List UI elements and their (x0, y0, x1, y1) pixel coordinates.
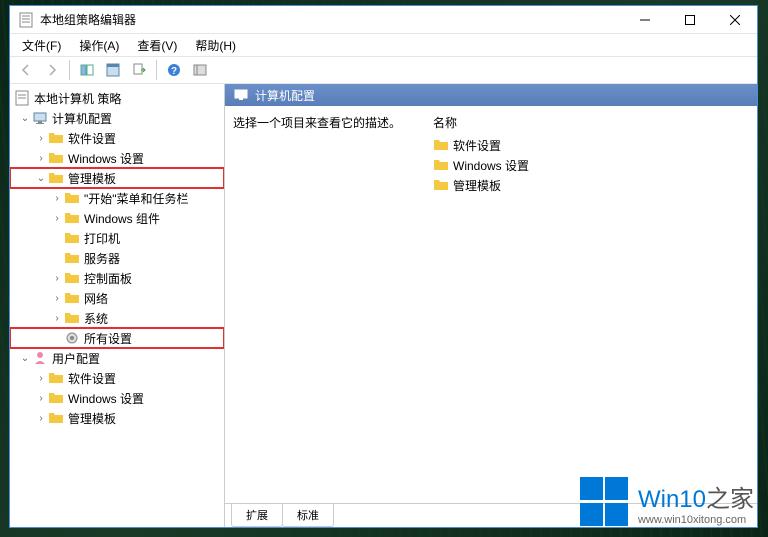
expand-icon[interactable]: › (34, 391, 48, 405)
tree-network[interactable]: › 网络 (10, 288, 224, 308)
app-icon (18, 12, 34, 28)
expand-icon[interactable]: › (50, 271, 64, 285)
tree-admin-templates[interactable]: ⌄ 管理模板 (10, 168, 224, 188)
maximize-button[interactable] (667, 6, 712, 33)
window-title: 本地组策略编辑器 (40, 11, 622, 28)
folder-icon (433, 177, 449, 193)
description-text: 选择一个项目来查看它的描述。 (233, 116, 401, 130)
nav-forward-button (40, 58, 64, 82)
list-item-windows[interactable]: Windows 设置 (433, 155, 749, 175)
folder-icon (64, 270, 80, 286)
tree-software-settings[interactable]: › 软件设置 (10, 128, 224, 148)
nav-back-button (14, 58, 38, 82)
folder-icon (48, 130, 64, 146)
tree-user-admin-templates[interactable]: › 管理模板 (10, 408, 224, 428)
collapse-icon[interactable]: ⌄ (18, 111, 32, 125)
policy-icon (14, 90, 30, 106)
settings-icon (64, 330, 80, 346)
tree-root[interactable]: 本地计算机 策略 (10, 88, 224, 108)
tree-panel[interactable]: 本地计算机 策略 ⌄ 计算机配置 › 软件设置 › Windows 设置 (10, 84, 225, 527)
tree-printers[interactable]: 打印机 (10, 228, 224, 248)
folder-icon (48, 150, 64, 166)
tree-windows-components[interactable]: › Windows 组件 (10, 208, 224, 228)
collapse-icon[interactable]: ⌄ (18, 351, 32, 365)
list-item-software[interactable]: 软件设置 (433, 135, 749, 155)
tree-start-menu[interactable]: › "开始"菜单和任务栏 (10, 188, 224, 208)
folder-icon (64, 250, 80, 266)
menu-help[interactable]: 帮助(H) (187, 35, 244, 56)
help-button[interactable]: ? (162, 58, 186, 82)
watermark-brand: Win10 (638, 486, 706, 513)
folder-icon (48, 390, 64, 406)
expand-icon[interactable]: › (34, 371, 48, 385)
expand-icon[interactable]: › (34, 131, 48, 145)
menu-file[interactable]: 文件(F) (14, 35, 69, 56)
folder-icon (48, 370, 64, 386)
folder-icon (64, 210, 80, 226)
folder-icon (64, 310, 80, 326)
tree-windows-settings[interactable]: › Windows 设置 (10, 148, 224, 168)
expand-icon[interactable]: › (50, 311, 64, 325)
tree-control-panel[interactable]: › 控制面板 (10, 268, 224, 288)
expand-icon[interactable]: › (50, 191, 64, 205)
tree-user-windows-settings[interactable]: › Windows 设置 (10, 388, 224, 408)
details-header: 计算机配置 (225, 84, 757, 106)
tree-system[interactable]: › 系统 (10, 308, 224, 328)
show-hide-tree-button[interactable] (75, 58, 99, 82)
menubar: 文件(F) 操作(A) 查看(V) 帮助(H) (10, 34, 757, 56)
folder-icon (64, 190, 80, 206)
watermark: Win10之家 www.win10xitong.com (580, 477, 754, 527)
computer-icon (32, 110, 48, 126)
tree-all-settings[interactable]: 所有设置 (10, 328, 224, 348)
folder-icon (48, 170, 64, 186)
gpedit-window: 本地组策略编辑器 文件(F) 操作(A) 查看(V) 帮助(H) ? 本地计算机… (9, 5, 758, 528)
expand-icon[interactable]: › (34, 151, 48, 165)
expand-icon[interactable]: › (50, 211, 64, 225)
computer-icon (233, 87, 249, 103)
description-column: 选择一个项目来查看它的描述。 (233, 114, 413, 495)
tree-computer-config[interactable]: ⌄ 计算机配置 (10, 108, 224, 128)
tab-standard[interactable]: 标准 (282, 504, 334, 527)
folder-icon (433, 157, 449, 173)
close-button[interactable] (712, 6, 757, 33)
tree-servers[interactable]: 服务器 (10, 248, 224, 268)
expand-icon[interactable]: › (50, 291, 64, 305)
folder-icon (64, 290, 80, 306)
properties-button[interactable] (101, 58, 125, 82)
tree-user-config[interactable]: ⌄ 用户配置 (10, 348, 224, 368)
filter-button[interactable] (188, 58, 212, 82)
svg-text:?: ? (171, 66, 177, 77)
toolbar: ? (10, 56, 757, 84)
collapse-icon[interactable]: ⌄ (34, 171, 48, 185)
tab-extended[interactable]: 扩展 (231, 504, 283, 527)
details-title: 计算机配置 (255, 87, 315, 104)
menu-action[interactable]: 操作(A) (71, 35, 127, 56)
folder-icon (64, 230, 80, 246)
export-button[interactable] (127, 58, 151, 82)
minimize-button[interactable] (622, 6, 667, 33)
expand-icon[interactable]: › (34, 411, 48, 425)
menu-view[interactable]: 查看(V) (129, 35, 185, 56)
items-column: 名称 软件设置 Windows 设置 管理模板 (433, 114, 749, 495)
titlebar: 本地组策略编辑器 (10, 6, 757, 34)
column-header-name[interactable]: 名称 (433, 114, 749, 135)
windows-logo-icon (580, 477, 630, 527)
user-icon (32, 350, 48, 366)
folder-icon (433, 137, 449, 153)
tree-user-software-settings[interactable]: › 软件设置 (10, 368, 224, 388)
list-item-admin[interactable]: 管理模板 (433, 175, 749, 195)
watermark-url: www.win10xitong.com (638, 514, 754, 526)
folder-icon (48, 410, 64, 426)
details-panel: 计算机配置 选择一个项目来查看它的描述。 名称 软件设置 Windows 设置 (225, 84, 757, 527)
